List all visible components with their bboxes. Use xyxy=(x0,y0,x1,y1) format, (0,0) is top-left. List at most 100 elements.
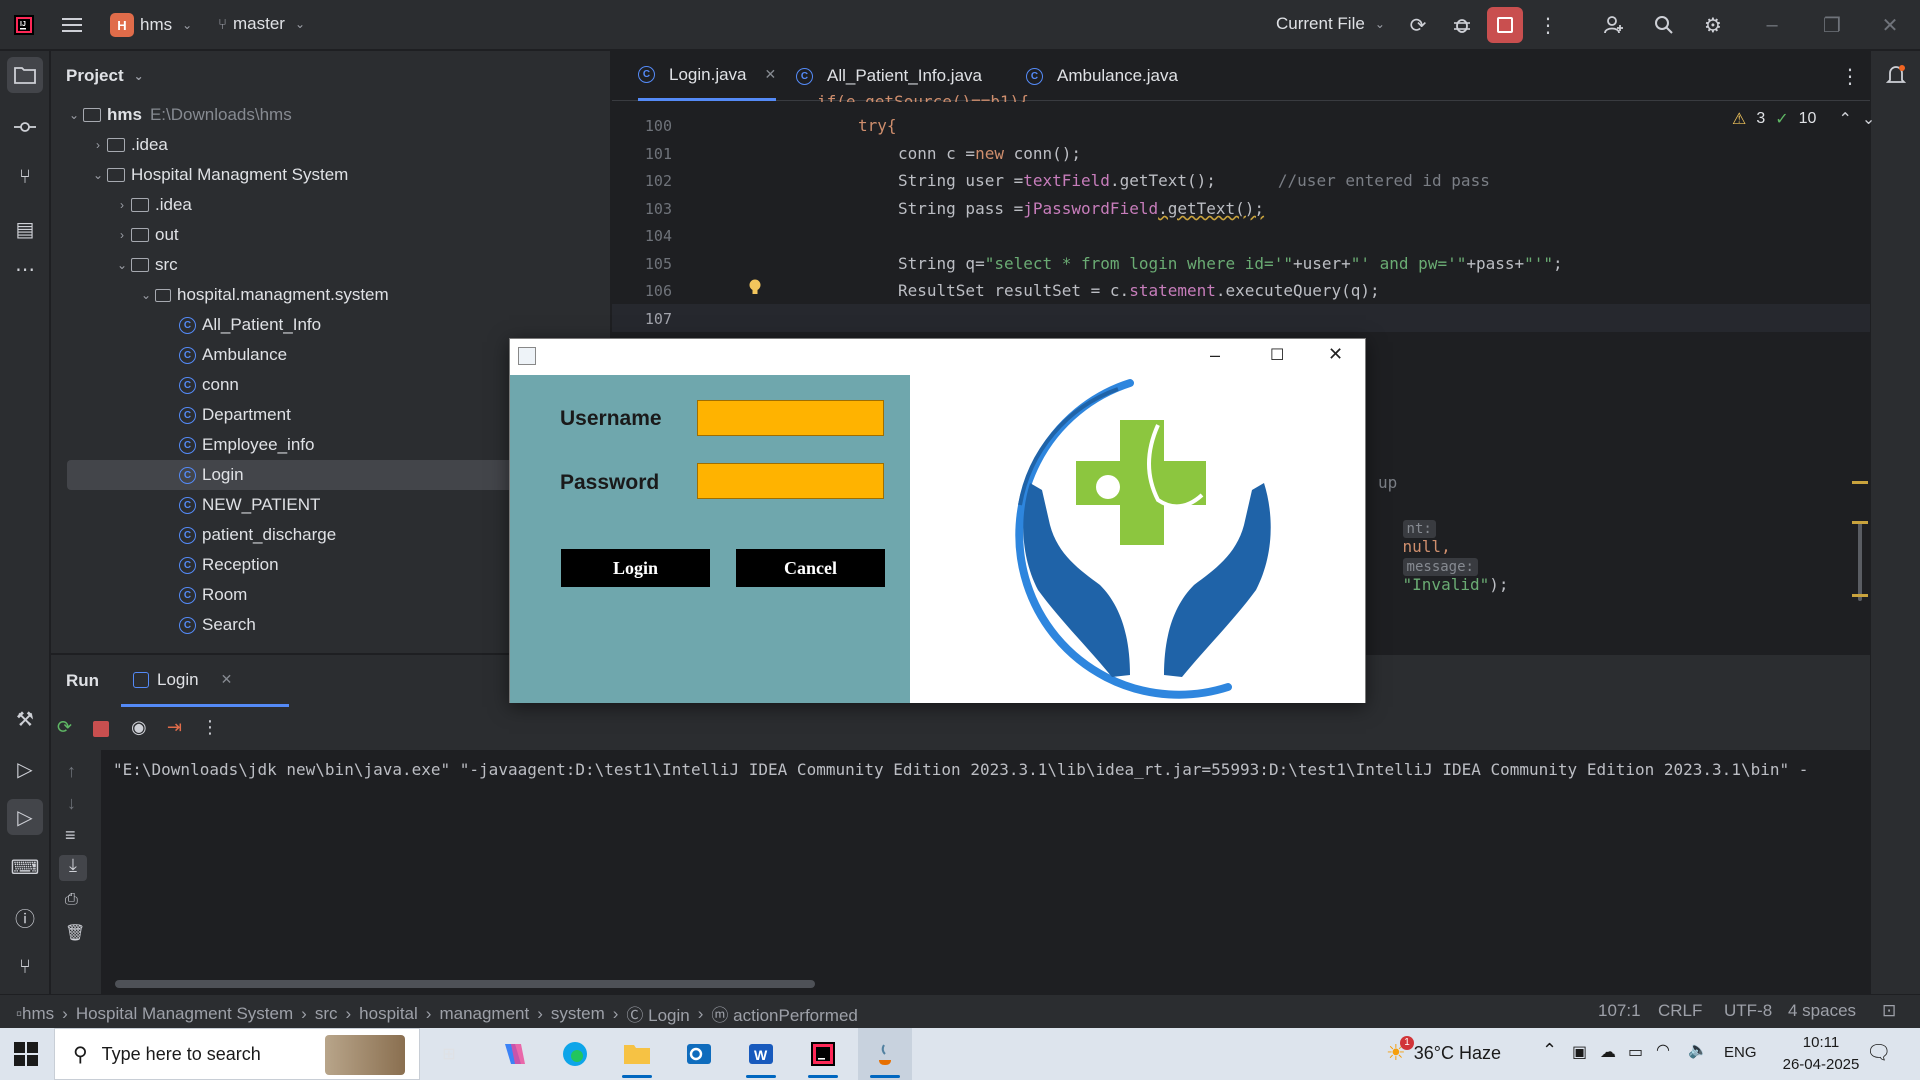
breadcrumb-item[interactable]: Hospital Managment System xyxy=(76,1004,293,1024)
code-line-101[interactable]: conn c =new conn(); xyxy=(898,144,1081,163)
run-tool-icon[interactable]: ▷ xyxy=(7,799,43,835)
login-window-titlebar[interactable]: – ☐ ✕ xyxy=(510,339,1365,375)
maximize-icon[interactable]: ❐ xyxy=(1818,11,1846,39)
close-icon[interactable]: ✕ xyxy=(1328,344,1343,365)
rerun-icon[interactable]: ⟳ xyxy=(1404,11,1432,39)
tree-item[interactable]: › .idea xyxy=(51,190,611,220)
screenshot-icon[interactable]: ◉ xyxy=(131,717,147,738)
inspection-widget[interactable]: ⚠ 3 ✓ 10 ⌃ ⌄ xyxy=(1732,109,1875,129)
debug-icon[interactable] xyxy=(1448,11,1476,39)
scroll-to-end-icon[interactable]: ⤓ xyxy=(59,855,87,881)
intention-bulb-icon[interactable] xyxy=(748,279,762,302)
stop-icon[interactable] xyxy=(93,721,109,737)
windows-start-icon[interactable] xyxy=(14,1042,38,1071)
copilot-icon[interactable] xyxy=(486,1028,540,1080)
breadcrumb-item[interactable]: system xyxy=(551,1004,605,1024)
username-field[interactable] xyxy=(697,400,884,436)
file-explorer-icon[interactable] xyxy=(610,1028,664,1080)
tab-login-java[interactable]: C Login.java ✕ xyxy=(638,51,777,101)
edge-browser-icon[interactable] xyxy=(548,1028,602,1080)
tree-item[interactable]: ⌄ hms E:\Downloads\hms xyxy=(51,100,611,130)
password-field[interactable] xyxy=(697,463,884,499)
main-menu-icon[interactable] xyxy=(58,11,86,39)
branch-selector[interactable]: ⑂ master ⌄ xyxy=(218,14,305,34)
code-fragment-up[interactable]: up xyxy=(1378,473,1397,492)
print-icon[interactable]: ⎙ xyxy=(65,891,78,909)
tree-item[interactable]: ⌄ hospital.managment.system xyxy=(51,280,611,310)
chevron-down-icon[interactable]: ⌄ xyxy=(113,258,131,272)
weather-widget[interactable]: ☀ 1 36°C Haze xyxy=(1386,1036,1501,1066)
code-line-106[interactable]: ResultSet resultSet = c.statement.execut… xyxy=(898,281,1380,300)
code-line-102[interactable]: String user =textField.getText(); //user … xyxy=(898,171,1490,190)
run-config-selector[interactable]: Current File ⌄ xyxy=(1276,14,1385,34)
login-button[interactable]: Login xyxy=(561,549,710,587)
close-tab-icon[interactable]: ✕ xyxy=(221,671,233,688)
more-options-icon[interactable]: ⋮ xyxy=(201,717,219,738)
code-line-100[interactable]: try{ xyxy=(858,116,897,135)
project-panel-title[interactable]: Project ⌄ xyxy=(66,66,144,86)
task-view-icon[interactable]: ⊞ xyxy=(422,1028,476,1080)
tray-overflow-icon[interactable]: ⌃ xyxy=(1542,1040,1557,1061)
code-fragment-invalid[interactable]: nt: null, message: "Invalid"); xyxy=(1364,499,1509,613)
editor-scrollbar[interactable] xyxy=(1858,521,1862,601)
word-icon[interactable]: W xyxy=(734,1028,788,1080)
intellij-logo-icon[interactable]: IJ xyxy=(10,11,38,39)
breadcrumb-item[interactable]: Ⓒ Login xyxy=(626,1001,689,1026)
battery-icon[interactable]: ▭ xyxy=(1628,1042,1643,1062)
tree-item[interactable]: ⌄ Hospital Managment System xyxy=(51,160,611,190)
trash-icon[interactable]: 🗑 xyxy=(65,923,85,943)
services-tool-icon[interactable]: ▷ xyxy=(7,751,43,787)
cancel-button[interactable]: Cancel xyxy=(736,549,885,587)
chevron-down-icon[interactable]: ⌄ xyxy=(89,168,107,182)
breadcrumb-item[interactable]: hospital xyxy=(359,1004,418,1024)
commit-tool-icon[interactable] xyxy=(7,109,43,145)
project-tool-icon[interactable] xyxy=(7,57,43,93)
code-line-105[interactable]: String q="select * from login where id='… xyxy=(898,254,1563,273)
breadcrumb-item[interactable]: ⓜ actionPerformed xyxy=(711,1001,857,1026)
taskbar-search-box[interactable]: ⚲ Type here to search xyxy=(54,1028,420,1080)
warning-stripe-mark[interactable] xyxy=(1852,594,1868,597)
next-highlight-icon[interactable]: ⌄ xyxy=(1862,109,1875,129)
more-tools-icon[interactable]: ⋯ xyxy=(7,251,43,287)
project-selector[interactable]: H hms ⌄ xyxy=(110,13,192,37)
git-tool-icon[interactable]: ⑂ xyxy=(7,949,43,985)
more-options-icon[interactable]: ⋮ xyxy=(1534,11,1562,39)
breadcrumb-item[interactable]: src xyxy=(315,1004,338,1024)
clock[interactable]: 10:11 26-04-2025 xyxy=(1766,1032,1876,1076)
soft-wrap-icon[interactable]: ≡ xyxy=(65,825,76,846)
chevron-right-icon[interactable]: › xyxy=(113,228,131,242)
close-icon[interactable]: ✕ xyxy=(1876,11,1904,39)
notification-center-icon[interactable]: 🗨 xyxy=(1866,1040,1891,1065)
breadcrumb-item[interactable]: ▫hms xyxy=(16,1004,54,1024)
wifi-icon[interactable]: ◠ xyxy=(1656,1040,1670,1060)
exit-icon[interactable]: ⇥ xyxy=(167,717,182,738)
code-line-partial[interactable]: if(e.getSource()==b1){ xyxy=(817,92,1029,102)
maximize-icon[interactable]: ☐ xyxy=(1270,345,1284,365)
tree-item[interactable]: › .idea xyxy=(51,130,611,160)
caret-position[interactable]: 107:1 xyxy=(1598,1001,1641,1021)
readonly-lock-icon[interactable]: ⊡ xyxy=(1882,1001,1896,1021)
indent-setting[interactable]: 4 spaces xyxy=(1788,1001,1856,1021)
outlook-icon[interactable] xyxy=(672,1028,726,1080)
chevron-down-icon[interactable]: ⌄ xyxy=(137,288,155,302)
horizontal-scrollbar[interactable] xyxy=(115,980,815,988)
search-icon[interactable] xyxy=(1650,11,1678,39)
language-indicator[interactable]: ENG xyxy=(1724,1044,1757,1061)
tree-item[interactable]: C All_Patient_Info xyxy=(51,310,611,340)
line-ending[interactable]: CRLF xyxy=(1658,1001,1702,1021)
settings-gear-icon[interactable]: ⚙ xyxy=(1699,11,1727,39)
intellij-taskbar-icon[interactable] xyxy=(796,1028,850,1080)
run-tab-login[interactable]: Login ✕ xyxy=(121,655,289,707)
pull-requests-icon[interactable]: ⑂ xyxy=(7,159,43,195)
scroll-down-icon[interactable]: ↓ xyxy=(67,793,76,814)
rerun-icon[interactable]: ⟳ xyxy=(57,717,72,738)
onedrive-icon[interactable]: ☁ xyxy=(1600,1042,1616,1062)
chevron-down-icon[interactable]: ⌄ xyxy=(65,108,83,122)
java-app-taskbar-icon[interactable] xyxy=(858,1028,912,1080)
warning-stripe-mark[interactable] xyxy=(1852,481,1868,484)
minimize-icon[interactable]: – xyxy=(1210,345,1220,366)
minimize-icon[interactable]: – xyxy=(1758,11,1786,39)
breadcrumb-item[interactable]: managment xyxy=(439,1004,529,1024)
scroll-up-icon[interactable]: ↑ xyxy=(67,761,76,782)
tree-item[interactable]: ⌄ src xyxy=(51,250,611,280)
